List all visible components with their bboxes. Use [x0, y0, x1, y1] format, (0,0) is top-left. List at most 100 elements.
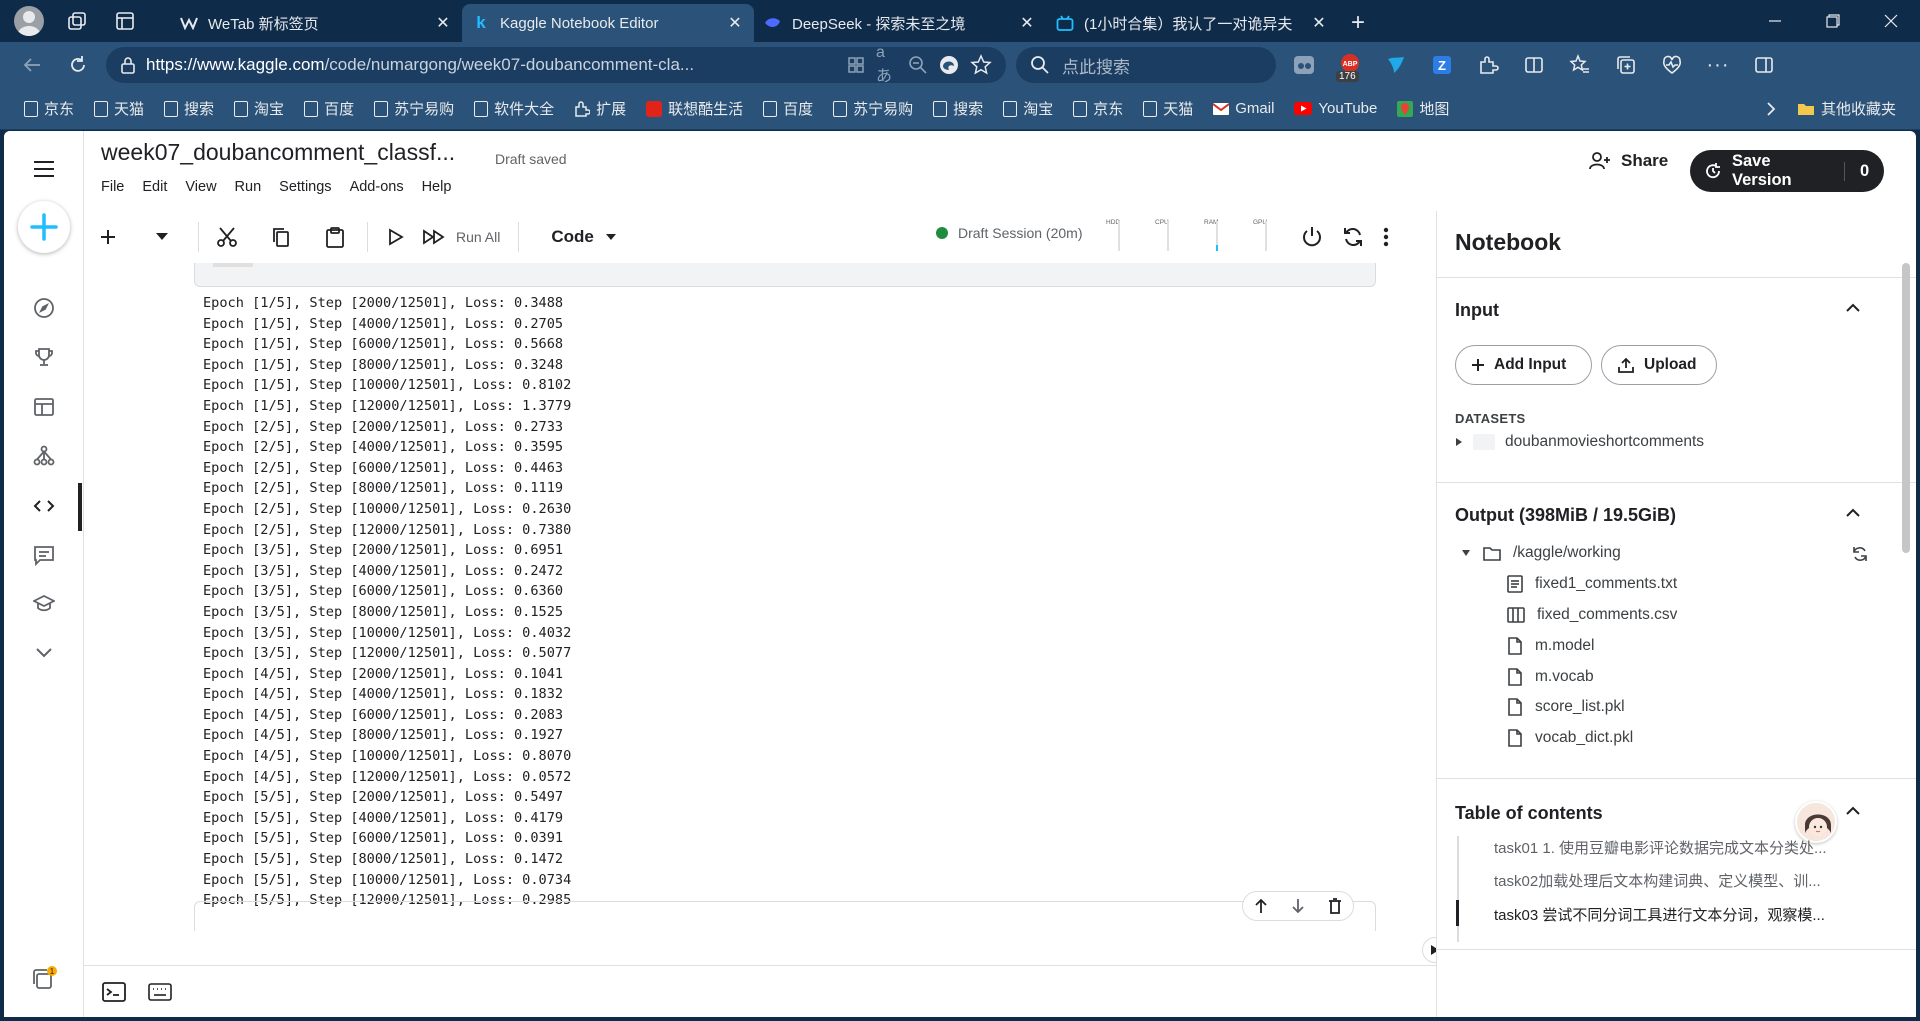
bird-extension-icon[interactable]	[1378, 47, 1414, 83]
bookmark-item[interactable]: 天猫	[1133, 94, 1203, 124]
menu-view[interactable]: View	[185, 179, 216, 195]
web-search-input[interactable]: 点此搜索	[1016, 47, 1276, 83]
extensions-icon[interactable]	[1470, 47, 1506, 83]
bookmark-item[interactable]: 软件大全	[464, 94, 564, 124]
delete-icon[interactable]	[1328, 898, 1342, 914]
address-bar[interactable]: https://www.kaggle.com/code/numargong/we…	[106, 44, 1006, 86]
trophy-icon[interactable]	[26, 339, 62, 375]
close-icon[interactable]: ✕	[1310, 14, 1328, 32]
new-tab-button[interactable]: +	[1338, 4, 1378, 42]
bookmark-item[interactable]: 扩展	[564, 94, 636, 124]
session-status[interactable]: Draft Session (20m)	[936, 225, 1082, 241]
bookmark-item[interactable]: 天猫	[84, 94, 154, 124]
edge-icon[interactable]	[938, 54, 960, 76]
bookmark-item[interactable]: 百度	[753, 94, 823, 124]
toc-heading[interactable]: Table of contents	[1455, 803, 1603, 824]
power-icon[interactable]	[1294, 219, 1330, 255]
close-icon[interactable]: ✕	[434, 14, 452, 32]
bookmark-item[interactable]: YouTube	[1284, 94, 1387, 124]
keyboard-icon[interactable]	[148, 982, 172, 1001]
copy-icon[interactable]	[263, 219, 299, 255]
chevron-up-icon[interactable]	[1845, 507, 1865, 527]
bookmark-item[interactable]: 京东	[14, 94, 84, 124]
more-vert-icon[interactable]	[1368, 219, 1404, 255]
zoom-out-icon[interactable]	[908, 55, 928, 75]
create-button[interactable]	[18, 201, 70, 253]
bookmark-item[interactable]: 淘宝	[224, 94, 294, 124]
bookmark-item[interactable]: 京东	[1063, 94, 1133, 124]
adblock-icon[interactable]: ABP 176	[1332, 47, 1368, 83]
output-file-item[interactable]: fixed_comments.csv	[1507, 606, 1677, 624]
output-file-item[interactable]: vocab_dict.pkl	[1507, 729, 1633, 747]
output-file-item[interactable]: m.vocab	[1507, 668, 1594, 686]
code-cell-bottom[interactable]	[194, 263, 1376, 287]
split-screen-icon[interactable]	[1516, 47, 1552, 83]
favorite-star-icon[interactable]	[970, 54, 992, 76]
models-icon[interactable]	[26, 438, 62, 474]
bookmark-item[interactable]: 搜索	[923, 94, 993, 124]
output-section-heading[interactable]: Output (398MiB / 19.5GiB)	[1455, 505, 1676, 526]
learn-icon[interactable]	[26, 586, 62, 622]
bookmark-item[interactable]: 地图	[1387, 94, 1459, 124]
bookmark-item[interactable]: 联想酷生活	[636, 94, 753, 124]
read-aloud-icon[interactable]: aあ	[876, 44, 898, 86]
bookmark-item[interactable]: 搜索	[154, 94, 224, 124]
bookmark-item[interactable]: 苏宁易购	[364, 94, 464, 124]
close-icon[interactable]: ✕	[726, 14, 744, 32]
chevron-up-icon[interactable]	[1845, 805, 1865, 825]
minimize-button[interactable]	[1746, 0, 1804, 42]
more-chevron-icon[interactable]	[26, 635, 62, 671]
other-bookmarks-folder[interactable]: 其他收藏夹	[1787, 94, 1906, 124]
caret-right-icon[interactable]	[1455, 437, 1463, 447]
output-file-item[interactable]: fixed1_comments.txt	[1507, 575, 1677, 593]
restart-icon[interactable]	[1335, 219, 1371, 255]
notifications-icon[interactable]: 1	[26, 961, 62, 997]
table-icon[interactable]	[26, 389, 62, 425]
move-up-icon[interactable]	[1254, 898, 1268, 914]
refresh-button[interactable]	[60, 47, 96, 83]
bookmark-item[interactable]: 苏宁易购	[823, 94, 923, 124]
toc-item[interactable]: task01 1. 使用豆瓣电影评论数据完成文本分类处...	[1494, 837, 1827, 858]
menu-settings[interactable]: Settings	[279, 179, 331, 195]
menu-file[interactable]: File	[101, 179, 124, 195]
browser-tab-deepseek[interactable]: DeepSeek - 探索未至之境 ✕	[754, 4, 1046, 42]
sidebar-toggle-icon[interactable]	[1746, 47, 1782, 83]
save-version-button[interactable]: Save Version 0	[1690, 150, 1884, 192]
paste-icon[interactable]	[317, 219, 353, 255]
browser-tab-bilibili[interactable]: (1小时合集）我认了一对诡异夫 ✕	[1046, 4, 1338, 42]
share-button[interactable]: Share	[1589, 151, 1668, 171]
menu-edit[interactable]: Edit	[142, 179, 167, 195]
browser-essentials-icon[interactable]	[1654, 47, 1690, 83]
cell-type-select[interactable]: Code	[551, 227, 616, 247]
refresh-output-icon[interactable]	[1851, 545, 1869, 563]
menu-add-ons[interactable]: Add-ons	[350, 179, 404, 195]
browser-tab-wetab[interactable]: WeTab 新标签页 ✕	[170, 4, 462, 42]
browser-tab-kaggle[interactable]: k Kaggle Notebook Editor ✕	[462, 4, 754, 42]
tab-actions-icon[interactable]	[108, 4, 142, 38]
workspaces-icon[interactable]	[60, 4, 94, 38]
close-window-button[interactable]	[1862, 0, 1920, 42]
reading-icon[interactable]	[1286, 47, 1322, 83]
more-options-icon[interactable]: ···	[1700, 47, 1736, 83]
output-file-item[interactable]: score_list.pkl	[1507, 698, 1625, 716]
toc-item-current[interactable]: task03 尝试不同分词工具进行文本分词，观察模...	[1494, 904, 1825, 925]
hamburger-menu-icon[interactable]	[26, 151, 62, 187]
chevron-up-icon[interactable]	[1845, 302, 1865, 322]
compass-icon[interactable]	[26, 290, 62, 326]
upload-button[interactable]: Upload	[1601, 345, 1717, 385]
code-icon[interactable]	[26, 488, 62, 524]
favorites-icon[interactable]	[1562, 47, 1598, 83]
discussion-icon[interactable]	[26, 537, 62, 573]
toc-item[interactable]: task02加载处理后文本构建词典、定义模型、训...	[1494, 870, 1821, 891]
sidebar-scrollbar[interactable]	[1902, 263, 1910, 553]
bookmarks-overflow-button[interactable]	[1755, 94, 1787, 124]
dataset-item[interactable]: doubanmovieshortcomments	[1455, 433, 1704, 451]
add-input-button[interactable]: Add Input	[1455, 345, 1592, 385]
bookmark-item[interactable]: 淘宝	[993, 94, 1063, 124]
bookmark-item[interactable]: Gmail	[1203, 94, 1284, 124]
input-section-heading[interactable]: Input	[1455, 300, 1499, 321]
output-folder[interactable]: /kaggle/working	[1461, 544, 1621, 562]
app-available-icon[interactable]	[846, 55, 866, 75]
lock-icon[interactable]	[120, 56, 136, 74]
cut-icon[interactable]	[209, 219, 245, 255]
